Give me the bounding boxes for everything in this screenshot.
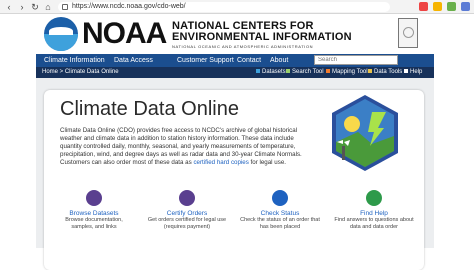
menu-contact[interactable]: Contact: [237, 54, 261, 67]
tool-datasets-label: Datasets: [262, 69, 286, 75]
brand-name[interactable]: NOAA: [82, 19, 167, 49]
forward-icon[interactable]: ›: [17, 2, 27, 12]
tool-mapping[interactable]: Mapping Tool: [326, 67, 368, 78]
certify-orders-desc: Get orders certified for legal use (requ…: [147, 217, 227, 230]
menu-climate-information[interactable]: Climate Information: [44, 54, 105, 67]
search-input[interactable]: [314, 55, 398, 65]
browse-datasets-desc: Browse documentation, samples, and links: [65, 217, 123, 230]
find-help-desc: Find answers to questions about data and…: [334, 217, 414, 230]
tool-mapping-label: Mapping Tool: [332, 69, 368, 75]
browser-toolbar: ‹ › ↻ ⌂ https://www.ncdc.noaa.gov/cdo-we…: [0, 0, 474, 14]
tool-help[interactable]: Help: [404, 67, 422, 78]
search-button[interactable]: [398, 54, 434, 67]
favorites-icon[interactable]: [433, 2, 442, 11]
commerce-seal: [398, 18, 418, 48]
main-menu: Climate Information Data Access Customer…: [36, 54, 434, 67]
sun-icon: [344, 116, 360, 132]
info-icon: [272, 190, 288, 206]
find-help-link[interactable]: Find Help Find answers to questions abou…: [334, 190, 414, 231]
search-tool-icon: [286, 69, 290, 74]
profile-icon[interactable]: [461, 2, 470, 11]
page-title: Climate Data Online: [60, 98, 239, 120]
breadcrumb[interactable]: Home > Climate Data Online: [42, 67, 119, 78]
cdo-description: Climate Data Online (CDO) provides free …: [60, 127, 312, 167]
lock-icon: [62, 4, 68, 10]
tool-search-label: Search Tool: [292, 69, 324, 75]
certify-orders-icon: [179, 190, 195, 206]
back-icon[interactable]: ‹: [4, 2, 14, 12]
refresh-icon[interactable]: ↻: [30, 2, 40, 12]
certified-hard-copies-link[interactable]: certified hard copies: [193, 159, 248, 166]
address-text: https://www.ncdc.noaa.gov/cdo-web/: [72, 3, 186, 10]
help-icon: [404, 69, 408, 74]
help-icon: [366, 190, 382, 206]
certify-orders-link[interactable]: Certify Orders Get orders certified for …: [147, 190, 227, 231]
check-status-title[interactable]: Check Status: [240, 210, 320, 217]
collections-icon[interactable]: [447, 2, 456, 11]
data-tools-icon: [368, 69, 372, 74]
center-name: NATIONAL CENTERS FOR ENVIRONMENTAL INFOR…: [172, 21, 352, 43]
browse-datasets-link[interactable]: Browse Datasets Browse documentation, sa…: [54, 190, 134, 231]
home-icon[interactable]: ⌂: [43, 2, 53, 12]
agency-subtitle: NATIONAL OCEANIC AND ATMOSPHERIC ADMINIS…: [172, 44, 314, 49]
browse-datasets-icon: [86, 190, 102, 206]
certify-orders-title[interactable]: Certify Orders: [147, 210, 227, 217]
find-help-title[interactable]: Find Help: [334, 210, 414, 217]
browse-datasets-title[interactable]: Browse Datasets: [54, 210, 134, 217]
menu-customer-support[interactable]: Customer Support: [177, 54, 234, 67]
tool-datasets[interactable]: Datasets: [256, 67, 286, 78]
check-status-desc: Check the status of an order that has be…: [240, 217, 320, 230]
description-end: for legal use.: [248, 159, 286, 166]
datasets-icon: [256, 69, 260, 74]
tool-data-tools[interactable]: Data Tools: [368, 67, 402, 78]
quick-links: Browse Datasets Browse documentation, sa…: [44, 190, 424, 248]
menu-data-access[interactable]: Data Access: [114, 54, 153, 67]
noaa-logo[interactable]: [44, 17, 78, 51]
extension-icon[interactable]: [419, 2, 428, 11]
mapping-tool-icon: [326, 69, 330, 74]
tool-data-tools-label: Data Tools: [374, 69, 403, 75]
center-name-line2: ENVIRONMENTAL INFORMATION: [172, 31, 352, 43]
tool-search[interactable]: Search Tool: [286, 67, 324, 78]
check-status-link[interactable]: Check Status Check the status of an orde…: [240, 190, 320, 231]
tool-help-label: Help: [410, 69, 423, 75]
address-bar[interactable]: https://www.ncdc.noaa.gov/cdo-web/: [58, 2, 390, 12]
sub-navigation: Home > Climate Data Online Datasets Sear…: [36, 67, 434, 78]
climate-hexagon-image: [332, 95, 398, 171]
menu-about[interactable]: About: [270, 54, 288, 67]
